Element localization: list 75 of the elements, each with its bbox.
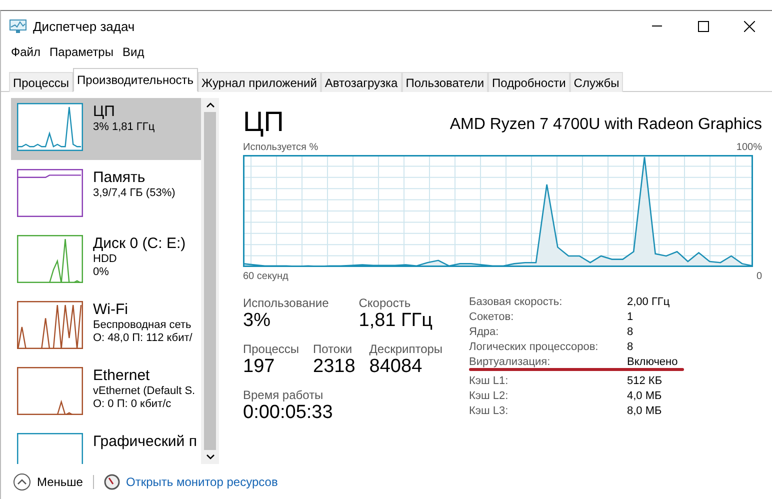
property-value: 8	[627, 341, 634, 353]
resource-detail: HDD	[93, 253, 118, 265]
stat-label: Использование	[243, 296, 329, 310]
property-value: Включено	[627, 356, 679, 368]
graph-label: 0	[756, 271, 762, 282]
graph-label: Используется %	[243, 142, 318, 153]
tab[interactable]: Процессы	[9, 72, 74, 92]
resource-item[interactable]: Графический п	[11, 428, 201, 464]
menu-item[interactable]: Вид	[122, 45, 144, 59]
tab[interactable]: Журнал приложений	[198, 72, 321, 92]
property-value: 8,0 МБ	[627, 405, 663, 417]
resource-item[interactable]: Wi-Fi Беспроводная сеть О: 48,0 П: 112 кбит/	[11, 296, 201, 358]
tab[interactable]: Производительность	[73, 68, 198, 92]
property-label: Кэш L2:	[469, 390, 510, 402]
resource-title: ЦП	[93, 103, 116, 120]
resource-title: Графический п	[93, 433, 197, 450]
stat-label: Скорость	[358, 296, 412, 310]
resource-item[interactable]: Диск 0 (C: E:) HDD 0%	[11, 230, 201, 292]
resource-detail: О: 48,0 П: 112 кбит/	[93, 332, 192, 344]
gauge-icon	[104, 474, 120, 490]
stat-value: 84084	[369, 356, 424, 378]
stat-label: Потоки	[313, 342, 354, 356]
resource-detail: 3,9/7,4 ГБ (53%)	[93, 187, 176, 199]
detail-title: ЦП	[243, 106, 284, 138]
chevron-up-circle-icon	[13, 473, 31, 491]
resource-detail: 0%	[93, 266, 110, 278]
resource-title: Ethernet	[93, 367, 151, 384]
scrollbar[interactable]	[201, 98, 219, 464]
resource-title: Память	[93, 169, 146, 186]
monitor-icon	[9, 19, 27, 33]
resource-title: Wi-Fi	[93, 301, 129, 318]
less-button[interactable]: Меньше	[13, 473, 83, 491]
stat-value: 197	[243, 356, 276, 378]
stat-label: Дескрипторы	[369, 342, 443, 356]
scroll-down-icon[interactable]	[206, 454, 214, 460]
property-label: Кэш L3:	[469, 405, 510, 417]
resource-detail: 3% 1,81 ГГц	[93, 121, 155, 133]
resource-item[interactable]: Память 3,9/7,4 ГБ (53%)	[11, 164, 201, 226]
property-label: Ядра:	[469, 326, 500, 338]
resource-detail: vEthernet (Default S.	[93, 385, 196, 397]
resource-title: Диск 0 (C: E:)	[93, 235, 186, 252]
tab[interactable]: Службы	[570, 72, 624, 92]
property-value: 8	[627, 326, 634, 338]
cpu-model: AMD Ryzen 7 4700U with Radeon Graphics	[450, 116, 762, 135]
tab[interactable]: Пользователи	[402, 72, 488, 92]
stat-value: 3%	[243, 310, 272, 332]
window-title: Диспетчер задач	[33, 18, 136, 34]
resource-detail: Беспроводная сеть	[93, 319, 192, 331]
resource-detail: О: 0 П: 0 кбит/с	[93, 398, 172, 410]
maximize-icon	[698, 20, 708, 32]
stat-value: 1,81 ГГц	[358, 310, 432, 332]
property-label: Кэш L1:	[469, 375, 510, 387]
property-value: 1	[627, 311, 634, 323]
resource-monitor-link[interactable]: Открыть монитор ресурсов	[126, 475, 278, 489]
property-value: 512 КБ	[627, 375, 664, 387]
property-label: Сокетов:	[469, 311, 515, 323]
stat-value: 2318	[313, 356, 356, 378]
stat-label: Время работы	[243, 388, 324, 402]
graph-label: 60 секунд	[243, 271, 288, 282]
property-value: 4,0 МБ	[627, 390, 663, 402]
stat-value: 0:00:05:33	[243, 402, 333, 424]
resource-item[interactable]: ЦП 3% 1,81 ГГц	[11, 98, 201, 160]
property-value: 2,00 ГГц	[627, 296, 671, 308]
menu-item[interactable]: Файл	[11, 45, 41, 59]
tab[interactable]: Автозагрузка	[320, 72, 402, 92]
property-label: Логических процессоров:	[469, 341, 600, 353]
property-label: Базовая скорость:	[469, 296, 564, 308]
graph-label: 100%	[736, 142, 762, 153]
scroll-up-icon[interactable]	[206, 102, 214, 108]
property-label: Виртуализация:	[469, 356, 552, 368]
stat-label: Процессы	[243, 342, 300, 356]
tab[interactable]: Подробности	[488, 72, 570, 92]
close-icon	[744, 20, 754, 32]
resource-item[interactable]: Ethernet vEthernet (Default S. О: 0 П: 0 кбит/с	[11, 362, 201, 424]
menu-item[interactable]: Параметры	[50, 45, 114, 59]
